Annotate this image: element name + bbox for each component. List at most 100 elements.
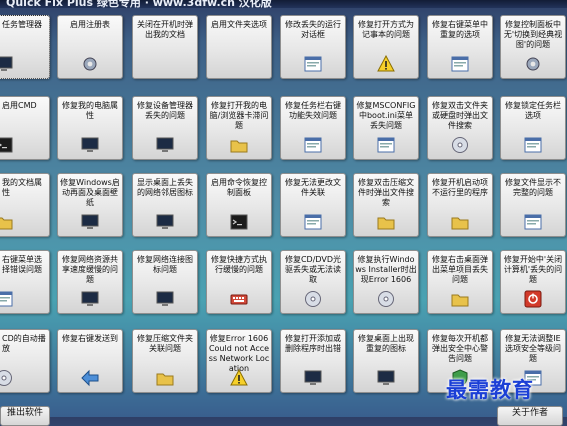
watermark-logo: 最需教育 (446, 377, 534, 402)
fix-tile-label: 右键菜单选择错误问题 (2, 255, 42, 274)
control-panel-icon (524, 55, 542, 73)
network-connection-icon (156, 290, 174, 308)
fix-tile-2-1[interactable]: 修复Windows启动再面及桌面壁纸 (57, 173, 123, 237)
fix-tile-0-5[interactable]: 修复打开方式为记事本的问题 (353, 15, 419, 79)
fix-tile-1-3[interactable]: 修复打开我的电脑/浏览器卡滞问题 (206, 96, 272, 160)
fix-tile-3-1[interactable]: 修复网络资源共享速度缓慢的问题 (57, 250, 123, 314)
fix-tile-label: 修复双击压缩文件时弹出文件搜索 (358, 178, 414, 207)
fix-tile-0-7[interactable]: 修复控制面板中无'切换到经典视图'的问题 (500, 15, 566, 79)
fix-tile-2-0[interactable]: 我的文档属性 (0, 173, 50, 237)
drive-icon (451, 136, 469, 154)
fix-tile-label: 修复开机启动项不运行里的程序 (432, 178, 488, 197)
fix-tile-label: 修复锁定任务栏选项 (505, 101, 561, 120)
fix-tile-label: 修复网络连接图标问题 (137, 255, 193, 274)
fix-tile-label: 修复执行Windows Installer时出现Error 1606 (355, 255, 417, 284)
fix-tile-1-2[interactable]: 修复设备管理器丢失的问题 (132, 96, 198, 160)
fix-tile-2-6[interactable]: 修复开机启动项不运行里的程序 (427, 173, 493, 237)
fix-tile-3-2[interactable]: 修复网络连接图标问题 (132, 250, 198, 314)
fix-tile-4-1[interactable]: 修复右键发送到 (57, 329, 123, 393)
share-icon (81, 290, 99, 308)
device-manager-icon (156, 136, 174, 154)
fix-tile-label: 修复开始中'关闭计算机'丢失的问题 (503, 255, 563, 284)
fix-tile-label: 修复CD/DVD光驱丢失或无法读取 (284, 255, 342, 284)
fix-tile-0-4[interactable]: 修改丢失的运行对话框 (280, 15, 346, 79)
fix-tile-4-5[interactable]: 修复桌面上出现重复的图标 (353, 329, 419, 393)
fix-tile-label: 修复快捷方式执行缓慢的问题 (211, 255, 267, 274)
fix-tile-1-7[interactable]: 修复锁定任务栏选项 (500, 96, 566, 160)
file-icon (524, 213, 542, 231)
fix-tile-label: 修复打开方式为记事本的问题 (358, 20, 414, 39)
fix-tile-label: 修复每次开机都弹出安全中心警告问题 (432, 334, 488, 363)
fix-tile-label: 修复右击桌面弹出菜单项目丢失问题 (432, 255, 488, 284)
fix-tile-label: 启用命令恢复控制面板 (211, 178, 267, 197)
fix-tile-0-3[interactable]: 启用文件夹选项 (206, 15, 272, 79)
fix-tile-label: 修复无法调整IE选项安全等级问题 (505, 334, 561, 363)
fix-tile-4-4[interactable]: 修复打开添加或删除程序时出错 (280, 329, 346, 393)
fix-tile-0-2[interactable]: 关闭在开机时弹出我的文档 (132, 15, 198, 79)
fix-tile-2-2[interactable]: 显示桌面上丢失的网络邻居图标 (132, 173, 198, 237)
folder-icon (230, 136, 248, 154)
fix-tile-label: 修复右键发送到 (62, 334, 118, 343)
fix-tile-4-3[interactable]: 修复Error 1606 Could not Access Network Lo… (206, 329, 272, 393)
cd-autoplay-icon (0, 369, 13, 387)
fix-tile-label: 启用CMD (2, 101, 37, 110)
lock-icon (524, 136, 542, 154)
fix-tile-3-4[interactable]: 修复CD/DVD光驱丢失或无法读取 (280, 250, 346, 314)
fix-tile-label: 修复打开我的电脑/浏览器卡滞问题 (209, 101, 269, 130)
fix-tile-2-5[interactable]: 修复双击压缩文件时弹出文件搜索 (353, 173, 419, 237)
fix-tile-4-2[interactable]: 修复压缩文件夹关联问题 (132, 329, 198, 393)
fix-tile-label: CD的自动播放 (2, 334, 46, 353)
zip-icon (377, 213, 395, 231)
registry-icon (81, 55, 99, 73)
fix-tile-1-5[interactable]: 修复MSCONFIG中boot.ini菜单丢失问题 (353, 96, 419, 160)
fix-tile-3-7[interactable]: 修复开始中'关闭计算机'丢失的问题 (500, 250, 566, 314)
fix-tile-label: 修复MSCONFIG中boot.ini菜单丢失问题 (356, 101, 416, 130)
fix-tile-1-4[interactable]: 修复任务栏右键功能失效问题 (280, 96, 346, 160)
console-icon (230, 213, 248, 231)
fix-tile-0-1[interactable]: 启用注册表 (57, 15, 123, 79)
fix-tile-label: 修复控制面板中无'切换到经典视图'的问题 (503, 20, 563, 49)
run-dialog-icon (304, 55, 322, 73)
fix-tile-2-7[interactable]: 修复文件显示不完整的问题 (500, 173, 566, 237)
power-icon (524, 290, 542, 308)
cmd-icon (0, 136, 13, 154)
taskbar-icon (304, 136, 322, 154)
fix-tile-3-0[interactable]: 右键菜单选择错误问题 (0, 250, 50, 314)
fix-tile-0-6[interactable]: 修复右键菜单中重复的选项 (427, 15, 493, 79)
fix-tile-label: 显示桌面上丢失的网络邻居图标 (137, 178, 193, 197)
arrow-left-icon (81, 369, 99, 387)
document-icon (0, 213, 13, 231)
fix-tile-0-0[interactable]: 任务管理器 (0, 15, 50, 79)
startup-icon (451, 213, 469, 231)
fix-tile-label: 修复Windows启动再面及桌面壁纸 (60, 178, 120, 207)
keyboard-icon (230, 290, 248, 308)
fix-tile-label: 我的文档属性 (2, 178, 42, 197)
fix-tile-label: 启用注册表 (70, 20, 110, 29)
task-manager-icon (0, 55, 13, 73)
desktop-menu-icon (451, 290, 469, 308)
fix-tile-1-0[interactable]: 启用CMD (0, 96, 50, 160)
fix-tile-label: 修复双击文件夹或硬盘时弹出文件搜索 (432, 101, 488, 130)
fix-tile-2-3[interactable]: 启用命令恢复控制面板 (206, 173, 272, 237)
fix-tile-1-6[interactable]: 修复双击文件夹或硬盘时弹出文件搜索 (427, 96, 493, 160)
fix-tile-3-6[interactable]: 修复右击桌面弹出菜单项目丢失问题 (427, 250, 493, 314)
right-click-icon (0, 290, 13, 308)
fix-tile-label: 修复桌面上出现重复的图标 (358, 334, 414, 353)
computer-icon (81, 136, 99, 154)
desktop-icon (377, 369, 395, 387)
exit-button[interactable]: 推出软件 (0, 406, 50, 426)
fix-tile-4-0[interactable]: CD的自动播放 (0, 329, 50, 393)
fix-tile-2-4[interactable]: 修复无法更改文件关联 (280, 173, 346, 237)
fix-tile-3-5[interactable]: 修复执行Windows Installer时出现Error 1606 (353, 250, 419, 314)
fix-tile-label: 修复网络资源共享速度缓慢的问题 (62, 255, 118, 284)
fix-tile-label: 修改丢失的运行对话框 (285, 20, 341, 39)
fix-tile-label: 修复压缩文件夹关联问题 (137, 334, 193, 353)
fix-tile-1-1[interactable]: 修复我的电脑属性 (57, 96, 123, 160)
fix-tile-label: 修复文件显示不完整的问题 (505, 178, 561, 197)
fix-tile-3-3[interactable]: 修复快捷方式执行缓慢的问题 (206, 250, 272, 314)
fix-tile-label: 修复我的电脑属性 (62, 101, 118, 120)
fix-tile-label: 修复无法更改文件关联 (285, 178, 341, 197)
fix-tile-label: 关闭在开机时弹出我的文档 (137, 20, 193, 39)
fix-tile-grid: 任务管理器 启用注册表 关闭在开机时弹出我的文档 启用文件夹选项 修改丢失的运行对话框修… (0, 0, 567, 417)
about-author-button[interactable]: 关于作者 (497, 406, 563, 426)
